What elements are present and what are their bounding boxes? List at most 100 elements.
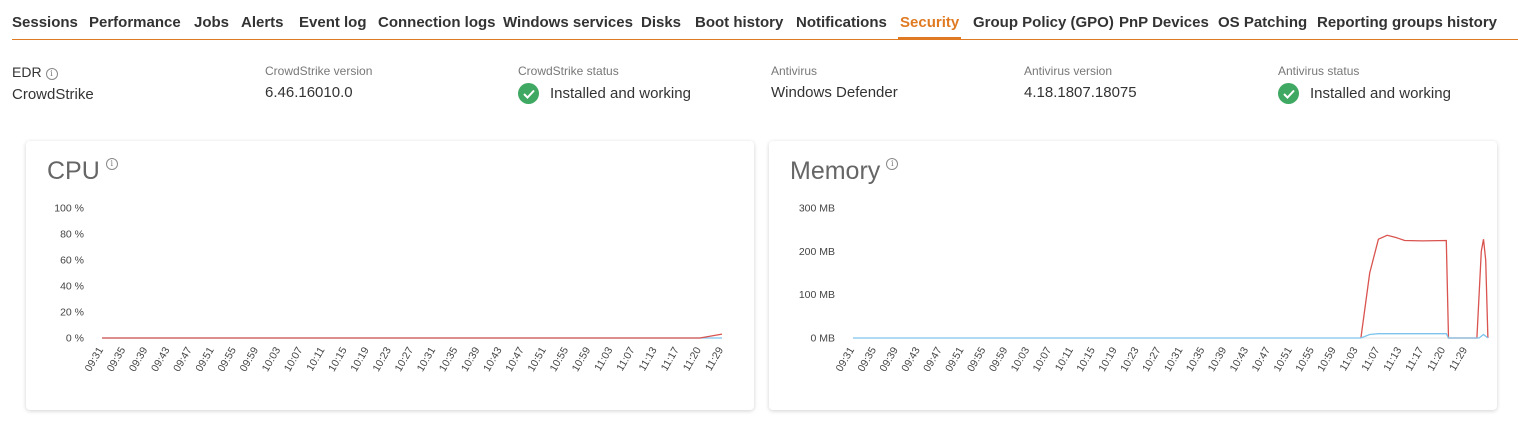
antivirus-version-value: 4.18.1807.18075 bbox=[1024, 84, 1137, 101]
tab-sessions[interactable]: Sessions bbox=[12, 14, 78, 31]
antivirus-version-section: Antivirus version 4.18.1807.18075 bbox=[1024, 64, 1137, 101]
y-tick-label: 80 % bbox=[60, 229, 84, 241]
memory-chart-title: Memory bbox=[790, 157, 881, 185]
tab-os-patching[interactable]: OS Patching bbox=[1218, 14, 1307, 31]
x-tick-label: 10:11 bbox=[1053, 345, 1076, 373]
tab-alerts[interactable]: Alerts bbox=[241, 14, 284, 31]
antivirus-version-label: Antivirus version bbox=[1024, 64, 1113, 78]
y-tick-label: 40 % bbox=[60, 281, 84, 293]
x-tick-label: 09:35 bbox=[855, 345, 879, 374]
antivirus-status-value: Installed and working bbox=[1310, 85, 1451, 102]
cpu-chart-title-row: CPU i bbox=[47, 157, 118, 186]
x-tick-label: 09:43 bbox=[149, 345, 173, 374]
x-tick-label: 11:29 bbox=[703, 345, 726, 373]
memory-chart-card: Memory i 0 MB 100 MB 200 MB 300 MB 09:31 09:35… bbox=[769, 141, 1497, 410]
x-tick-label: 11:17 bbox=[659, 345, 682, 373]
tab-windows-services[interactable]: Windows services bbox=[503, 14, 633, 31]
crowdstrike-status-label: CrowdStrike status bbox=[518, 64, 619, 78]
x-tick-label: 10:15 bbox=[1074, 345, 1098, 374]
x-tick-label: 10:19 bbox=[348, 345, 372, 374]
edr-label: EDR bbox=[12, 64, 42, 80]
x-tick-label: 10:07 bbox=[1031, 345, 1055, 374]
crowdstrike-version-label: CrowdStrike version bbox=[265, 64, 373, 78]
x-tick-label: 11:13 bbox=[1381, 345, 1404, 373]
x-tick-label: 09:59 bbox=[238, 345, 262, 374]
info-icon[interactable]: i bbox=[45, 68, 58, 80]
y-tick-label: 0 MB bbox=[810, 333, 835, 345]
x-tick-label: 10:03 bbox=[1009, 345, 1033, 374]
crowdstrike-status-section: CrowdStrike status Installed and working bbox=[518, 64, 691, 104]
x-tick-label: 11:17 bbox=[1403, 345, 1426, 373]
antivirus-label: Antivirus bbox=[771, 64, 818, 78]
x-tick-label: 11:20 bbox=[681, 345, 704, 373]
x-tick-label: 09:31 bbox=[83, 345, 107, 374]
x-tick-label: 09:51 bbox=[193, 345, 217, 374]
crowdstrike-version-section: CrowdStrike version 6.46.16010.0 bbox=[265, 64, 372, 101]
tab-reporting-groups-history[interactable]: Reporting groups history bbox=[1317, 14, 1497, 31]
x-tick-label: 11:13 bbox=[637, 345, 660, 373]
series-line bbox=[853, 333, 1489, 339]
x-tick-label: 09:31 bbox=[834, 345, 858, 374]
x-tick-label: 09:39 bbox=[877, 345, 901, 374]
x-tick-label: 09:59 bbox=[987, 345, 1011, 374]
y-tick-label: 0 % bbox=[66, 333, 84, 345]
crowdstrike-version-value: 6.46.16010.0 bbox=[265, 84, 353, 101]
x-tick-label: 10:11 bbox=[304, 345, 327, 373]
x-tick-label: 10:35 bbox=[1184, 345, 1208, 374]
x-tick-label: 10:19 bbox=[1096, 345, 1120, 374]
antivirus-status-label: Antivirus status bbox=[1278, 64, 1360, 78]
tab-boot-history[interactable]: Boot history bbox=[695, 14, 783, 31]
tab-pnp-devices[interactable]: PnP Devices bbox=[1119, 14, 1209, 31]
x-tick-label: 09:55 bbox=[215, 345, 239, 374]
x-tick-label: 10:39 bbox=[459, 345, 483, 374]
x-tick-label: 10:43 bbox=[1228, 345, 1252, 374]
tab-event-log[interactable]: Event log bbox=[299, 14, 367, 31]
x-tick-label: 11:29 bbox=[1447, 345, 1470, 373]
antivirus-section: Antivirus Windows Defender bbox=[771, 64, 898, 101]
edr-label-row: EDR i bbox=[12, 64, 94, 80]
x-tick-label: 09:39 bbox=[127, 345, 151, 374]
tab-connection-logs[interactable]: Connection logs bbox=[378, 14, 496, 31]
tab-disks[interactable]: Disks bbox=[641, 14, 681, 31]
x-tick-label: 10:23 bbox=[370, 345, 394, 374]
series-line bbox=[1360, 234, 1489, 339]
tab-group-policy-gpo[interactable]: Group Policy (GPO) bbox=[973, 14, 1114, 31]
tab-performance[interactable]: Performance bbox=[89, 14, 181, 31]
x-tick-label: 11:03 bbox=[592, 345, 615, 373]
info-icon[interactable]: i bbox=[105, 158, 118, 170]
edr-value: CrowdStrike bbox=[12, 86, 94, 103]
y-tick-label: 20 % bbox=[60, 307, 84, 319]
x-tick-label: 10:51 bbox=[1271, 345, 1295, 374]
y-tick-label: 300 MB bbox=[799, 203, 835, 215]
y-tick-label: 200 MB bbox=[799, 246, 835, 258]
x-tick-label: 11:07 bbox=[1359, 345, 1382, 373]
x-tick-label: 10:15 bbox=[326, 345, 350, 374]
x-tick-label: 10:07 bbox=[282, 345, 306, 374]
x-tick-label: 09:47 bbox=[921, 345, 945, 374]
x-tick-label: 10:51 bbox=[525, 345, 549, 374]
tab-notifications[interactable]: Notifications bbox=[796, 14, 887, 31]
antivirus-value: Windows Defender bbox=[771, 84, 898, 101]
edr-section: EDR i CrowdStrike bbox=[12, 64, 94, 103]
info-icon[interactable]: i bbox=[886, 158, 899, 170]
x-tick-label: 09:55 bbox=[965, 345, 989, 374]
cpu-chart-card: CPU i 0 % 20 % 40 % 60 % 80 % 100 % 09:31 09:35 0… bbox=[26, 141, 754, 410]
x-tick-label: 10:47 bbox=[503, 345, 527, 374]
tab-jobs[interactable]: Jobs bbox=[194, 14, 229, 31]
tab-security[interactable]: Security bbox=[897, 14, 962, 39]
x-tick-label: 09:35 bbox=[105, 345, 129, 374]
cpu-chart: 0 %20 %40 %60 %80 %100 %09:3109:3509:390… bbox=[54, 203, 726, 374]
x-tick-label: 11:07 bbox=[614, 345, 637, 373]
x-tick-label: 10:39 bbox=[1206, 345, 1230, 374]
y-tick-label: 60 % bbox=[60, 255, 84, 267]
x-tick-label: 10:47 bbox=[1250, 345, 1274, 374]
x-tick-label: 10:23 bbox=[1118, 345, 1142, 374]
check-circle-icon bbox=[518, 83, 539, 104]
x-tick-label: 09:43 bbox=[899, 345, 923, 374]
check-circle-icon bbox=[1278, 83, 1299, 104]
x-tick-label: 11:20 bbox=[1425, 345, 1448, 373]
series-line bbox=[102, 333, 723, 339]
x-tick-label: 10:43 bbox=[481, 345, 505, 374]
memory-chart-title-row: Memory i bbox=[790, 157, 899, 186]
x-tick-label: 10:27 bbox=[393, 345, 417, 374]
